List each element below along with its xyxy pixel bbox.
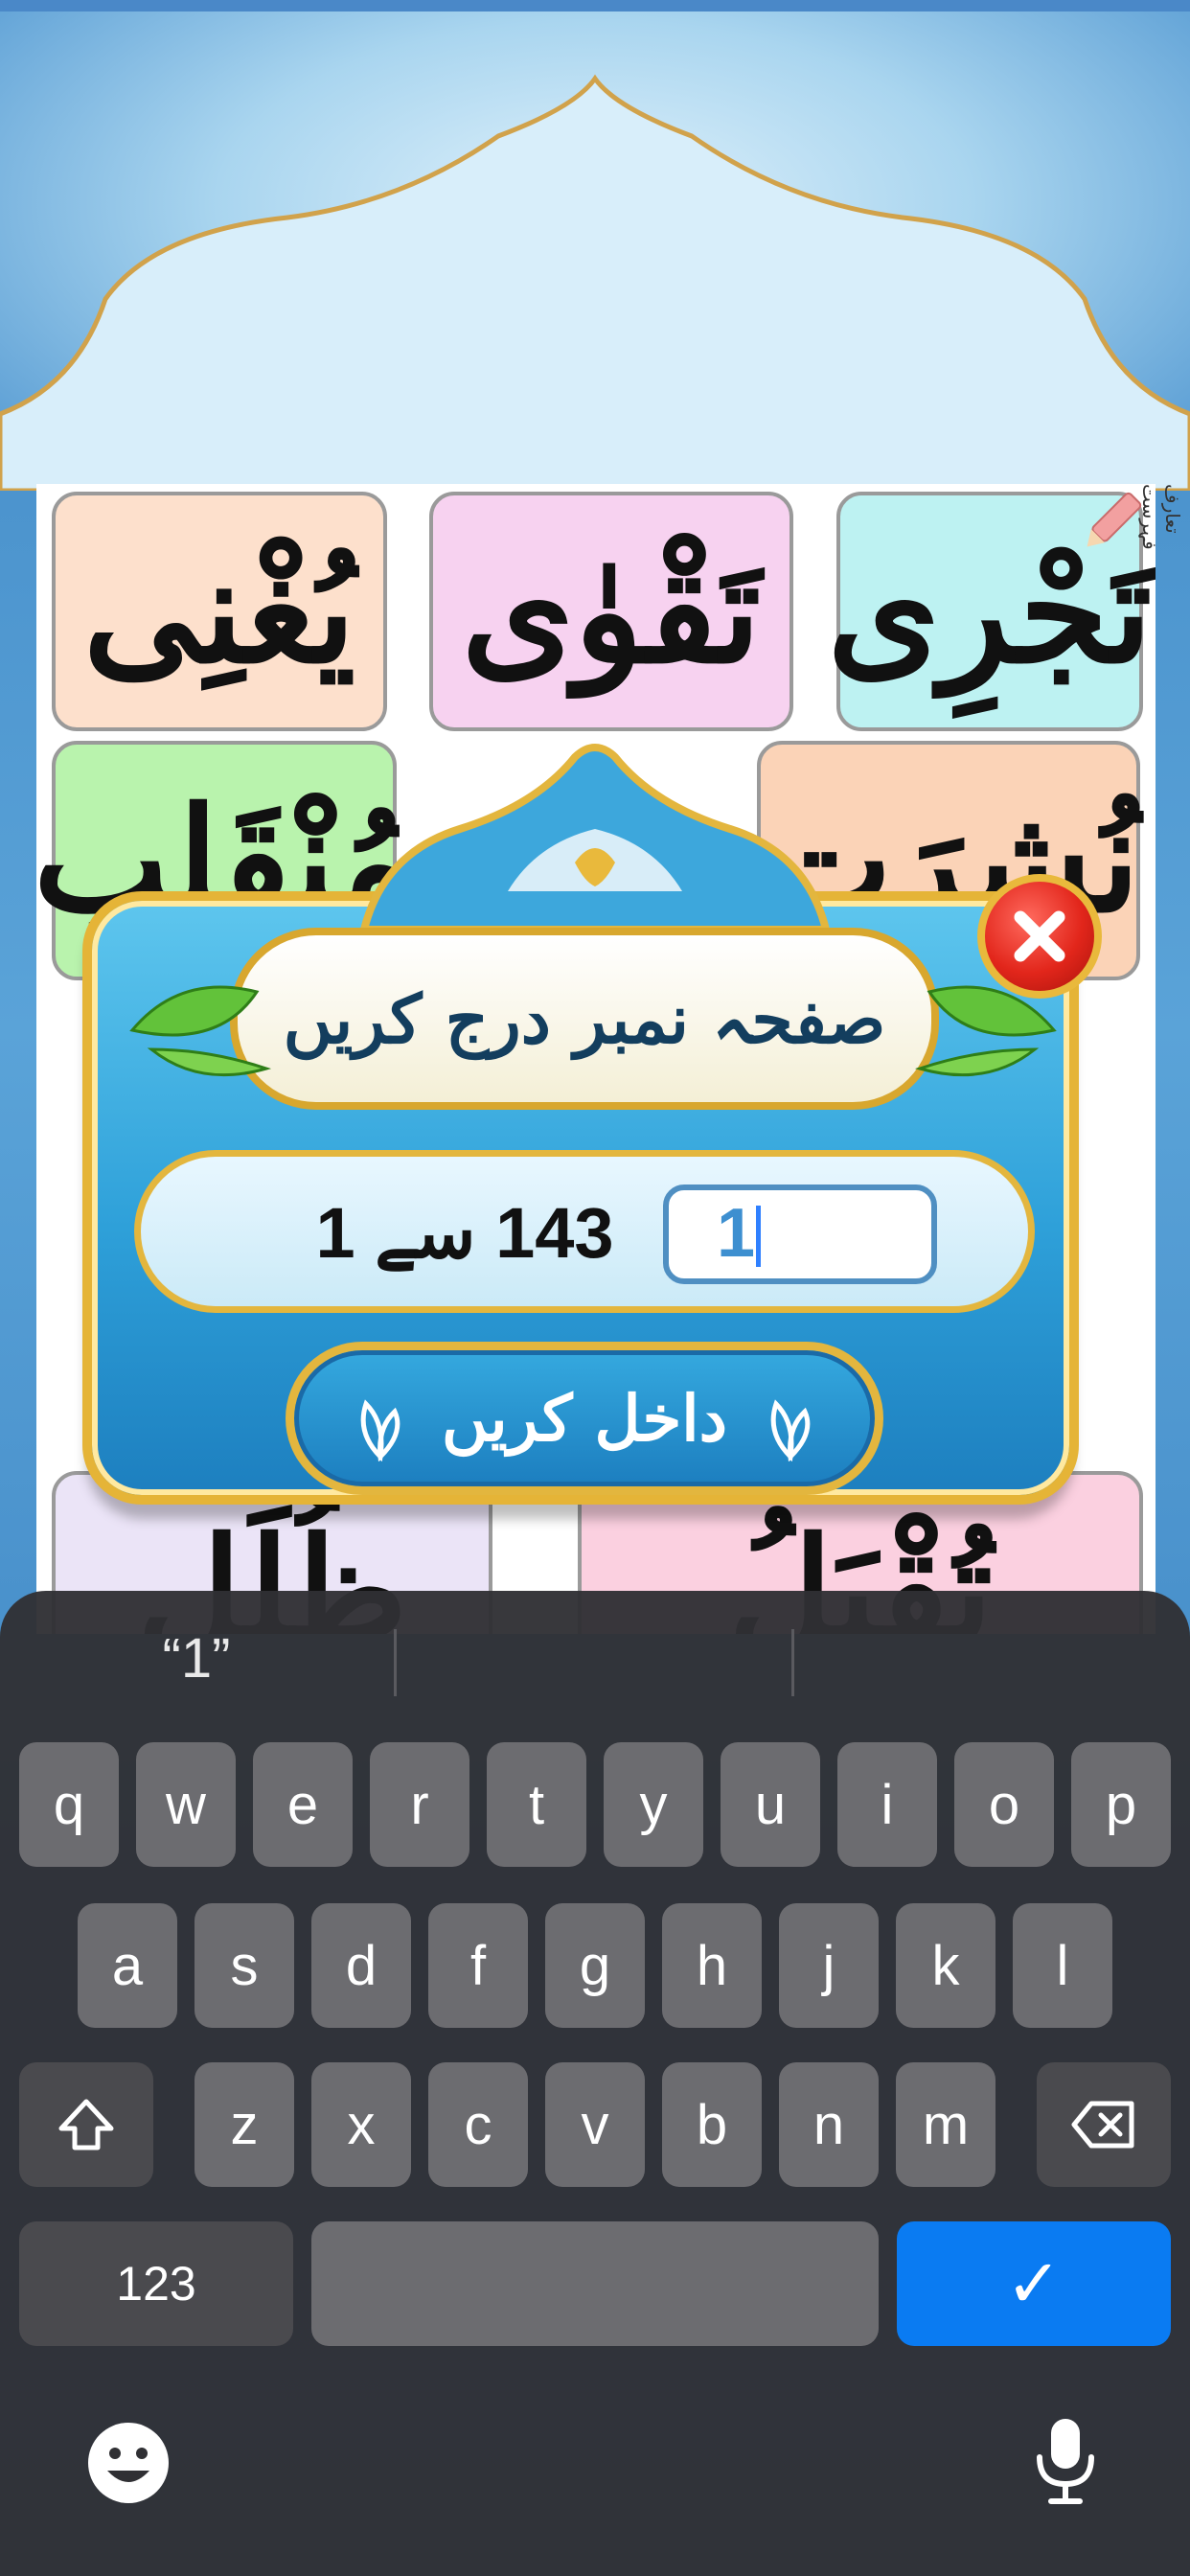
key-z[interactable]: z [195, 2062, 294, 2187]
numbers-key-label: 123 [116, 2257, 196, 2311]
word-text: يُغْنِی [82, 527, 356, 696]
close-button[interactable] [977, 874, 1102, 999]
close-icon [1014, 910, 1065, 962]
top-status-bar [0, 0, 1190, 12]
key-c[interactable]: c [428, 2062, 528, 2187]
backspace-icon [1071, 2101, 1134, 2149]
key-b[interactable]: b [662, 2062, 762, 2187]
shift-key[interactable] [19, 2062, 153, 2187]
space-key[interactable] [311, 2221, 879, 2346]
dialog-title: صفحہ نمبر درج کریں [283, 978, 886, 1059]
microphone-icon[interactable] [1030, 2415, 1101, 2507]
arch-decoration [0, 74, 1190, 491]
key-f[interactable]: f [428, 1903, 528, 2028]
key-p[interactable]: p [1071, 1742, 1171, 1867]
emoji-icon[interactable] [84, 2419, 172, 2507]
pencil-icon[interactable] [1078, 484, 1145, 561]
key-q[interactable]: q [19, 1742, 119, 1867]
key-l[interactable]: l [1013, 1903, 1112, 2028]
key-e[interactable]: e [253, 1742, 353, 1867]
key-h[interactable]: h [662, 1903, 762, 2028]
numbers-key[interactable]: 123 [19, 2221, 293, 2346]
suggestion-divider [394, 1629, 397, 1696]
key-w[interactable]: w [136, 1742, 236, 1867]
key-m[interactable]: m [896, 2062, 995, 2187]
word-card[interactable]: يُغْنِی [52, 492, 387, 731]
done-key[interactable]: ✓ [897, 2221, 1171, 2346]
enter-button-label: داخل کریں [442, 1381, 727, 1456]
key-s[interactable]: s [195, 1903, 294, 2028]
key-t[interactable]: t [487, 1742, 586, 1867]
key-o[interactable]: o [954, 1742, 1054, 1867]
page-range-label: 143 سے 1 [315, 1193, 614, 1273]
key-x[interactable]: x [311, 2062, 411, 2187]
key-g[interactable]: g [545, 1903, 645, 2028]
sprout-icon [770, 1399, 811, 1461]
key-n[interactable]: n [779, 2062, 879, 2187]
delete-key[interactable] [1037, 2062, 1171, 2187]
autocomplete-suggestion[interactable]: “1” [38, 1596, 355, 1720]
key-j[interactable]: j [779, 1903, 879, 2028]
word-text: تَجْرِی [827, 527, 1153, 696]
key-a[interactable]: a [78, 1903, 177, 2028]
page-number-input[interactable]: 1 [663, 1184, 937, 1284]
suggestion-divider [791, 1629, 794, 1696]
key-d[interactable]: d [311, 1903, 411, 2028]
key-v[interactable]: v [545, 2062, 645, 2187]
checkmark-icon: ✓ [1005, 2246, 1063, 2321]
shift-arrow-icon [58, 2099, 114, 2150]
text-caret [756, 1206, 761, 1267]
leaf-decoration-icon [129, 985, 272, 1077]
key-y[interactable]: y [604, 1742, 703, 1867]
word-text: تَقْوٰی [461, 527, 762, 696]
key-u[interactable]: u [721, 1742, 820, 1867]
key-i[interactable]: i [837, 1742, 937, 1867]
sprout-icon [360, 1399, 400, 1461]
key-r[interactable]: r [370, 1742, 469, 1867]
dialog-title-plate: صفحہ نمبر درج کریں [230, 928, 939, 1110]
word-card[interactable]: تَقْوٰی [429, 492, 793, 731]
side-index-label[interactable]: تعارف فہرست [1138, 484, 1184, 570]
key-k[interactable]: k [896, 1903, 995, 2028]
